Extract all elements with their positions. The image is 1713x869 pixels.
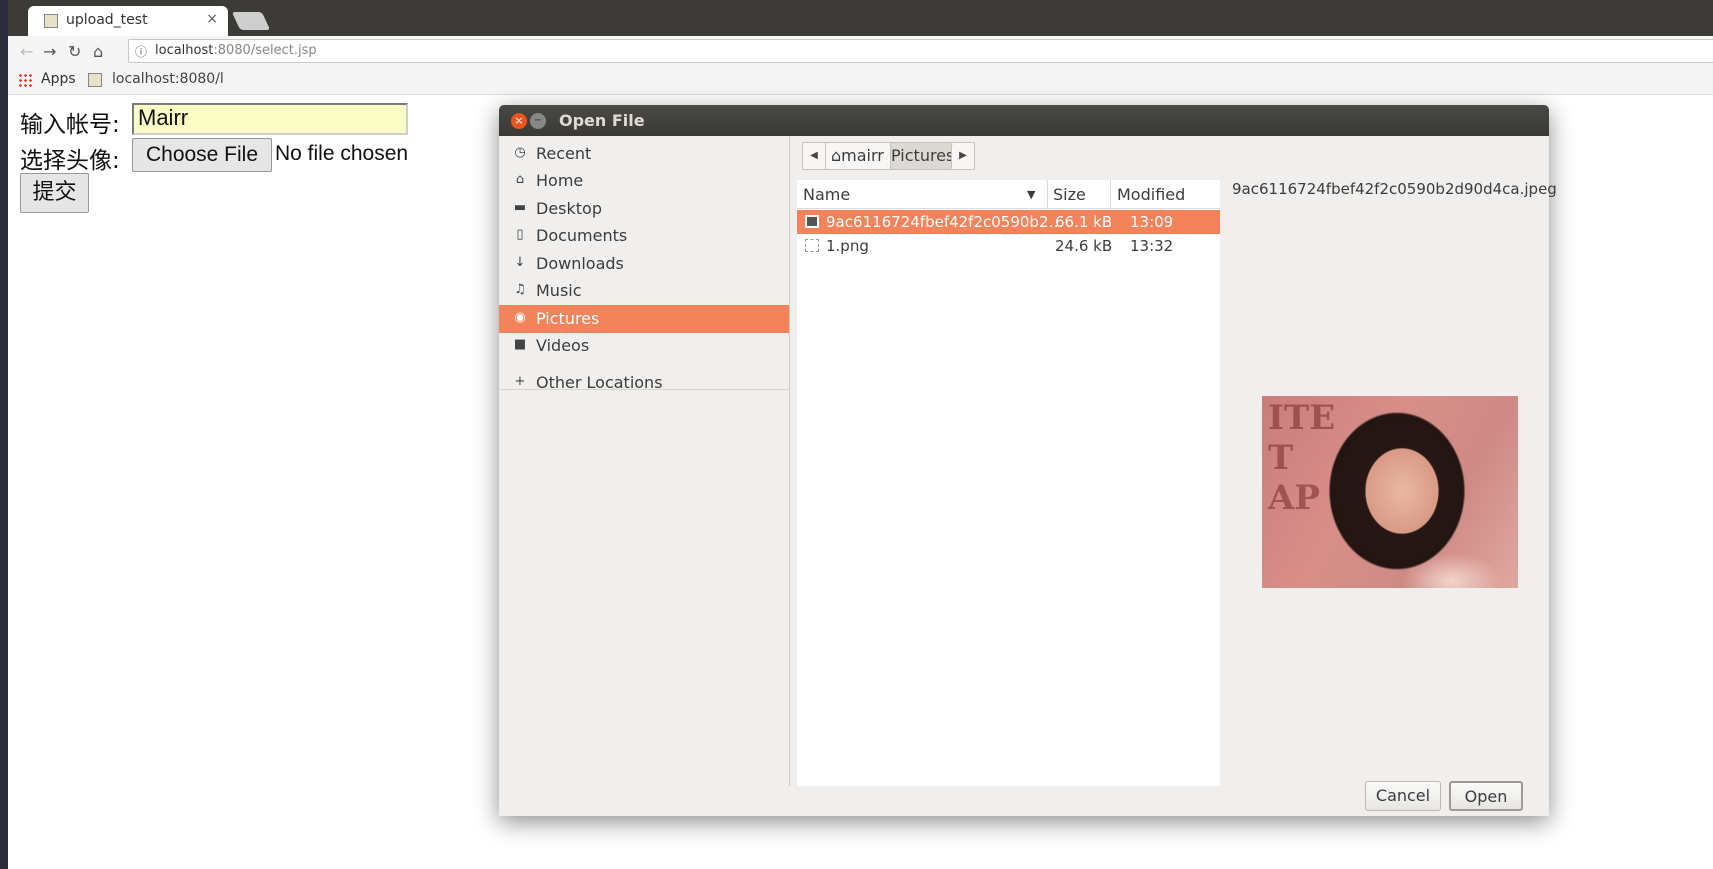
sidebar-item-label: Pictures bbox=[536, 309, 600, 328]
sidebar-item-label: Desktop bbox=[536, 199, 602, 218]
sidebar-item-label: Other Locations bbox=[536, 373, 663, 392]
desktop-edge bbox=[0, 0, 8, 869]
music-icon: ♫ bbox=[514, 282, 526, 297]
url-text: localhost:8080/select.jsp bbox=[155, 43, 317, 58]
file-row[interactable]: 1.png 24.6 kB 13:32 bbox=[797, 234, 1220, 258]
submit-button[interactable]: 提交 bbox=[20, 173, 89, 213]
cancel-button[interactable]: Cancel bbox=[1365, 781, 1441, 811]
open-file-dialog: × − Open File ◷ Recent ⌂ Home ▬ Desktop … bbox=[499, 105, 1557, 816]
sidebar-item-home[interactable]: ⌂ Home bbox=[499, 167, 789, 195]
browser-tab[interactable]: upload_test × bbox=[28, 6, 228, 36]
video-icon: ■ bbox=[513, 337, 527, 352]
tab-close-icon[interactable]: × bbox=[206, 11, 218, 27]
dialog-title: Open File bbox=[559, 111, 645, 130]
page-favicon-icon bbox=[44, 14, 58, 28]
sidebar-item-label: Documents bbox=[536, 226, 628, 245]
preview-wall-text: ITE T AP bbox=[1268, 398, 1336, 518]
path-segment-home[interactable]: ⌂mairr bbox=[825, 142, 891, 170]
image-preview: ITE T AP bbox=[1262, 396, 1518, 588]
new-tab-button[interactable] bbox=[231, 12, 271, 30]
column-divider bbox=[1047, 180, 1048, 208]
file-modified: 13:09 bbox=[1130, 213, 1174, 231]
preview-filename: 9ac6116724fbef42f2c0590b2d90d4ca.jpeg bbox=[1232, 180, 1557, 198]
sidebar-item-downloads[interactable]: ↓ Downloads bbox=[499, 250, 789, 278]
reload-icon[interactable]: ↻ bbox=[68, 42, 81, 61]
account-input[interactable]: Mairr bbox=[132, 103, 408, 135]
file-row[interactable]: 9ac6116724fbef42f2c0590b2… 66.1 kB 13:09 bbox=[797, 210, 1220, 234]
sidebar-item-desktop[interactable]: ▬ Desktop bbox=[499, 195, 789, 223]
bookmark-apps[interactable]: Apps bbox=[41, 71, 76, 87]
clock-icon: ◷ bbox=[514, 145, 526, 160]
sidebar-item-pictures[interactable]: ◉ Pictures bbox=[499, 305, 789, 333]
path-left-icon[interactable]: ◀ bbox=[802, 142, 826, 170]
bookmark-favicon-icon bbox=[88, 73, 102, 87]
sidebar-item-label: Downloads bbox=[536, 254, 624, 273]
home-icon: ⌂ bbox=[515, 172, 525, 187]
address-bar[interactable]: ⓘ localhost:8080/select.jsp bbox=[128, 39, 1713, 63]
sidebar-item-label: Music bbox=[536, 281, 582, 300]
folder-icon: ▬ bbox=[513, 200, 527, 215]
path-right-icon[interactable]: ▶ bbox=[951, 142, 975, 170]
file-name: 9ac6116724fbef42f2c0590b2… bbox=[826, 213, 1064, 231]
file-size: 66.1 kB bbox=[1055, 213, 1113, 231]
open-button[interactable]: Open bbox=[1449, 781, 1523, 811]
column-divider bbox=[1110, 180, 1111, 208]
back-arrow-icon[interactable]: ← bbox=[20, 42, 33, 61]
column-modified[interactable]: Modified bbox=[1117, 185, 1185, 204]
column-size[interactable]: Size bbox=[1053, 185, 1086, 204]
bookmarks-bar: Apps localhost:8080/l bbox=[8, 66, 1713, 95]
image-file-icon bbox=[805, 239, 819, 252]
choose-file-button[interactable]: Choose File bbox=[132, 138, 272, 172]
plus-icon: + bbox=[514, 374, 526, 389]
sidebar-item-videos[interactable]: ■ Videos bbox=[499, 332, 789, 360]
document-icon: ▯ bbox=[516, 227, 524, 242]
dialog-titlebar[interactable]: × − Open File bbox=[499, 105, 1549, 136]
sort-descending-icon[interactable]: ▼ bbox=[1027, 188, 1035, 201]
forward-arrow-icon[interactable]: → bbox=[43, 42, 56, 61]
close-icon[interactable]: × bbox=[511, 113, 527, 129]
minimize-icon[interactable]: − bbox=[530, 113, 546, 129]
info-icon[interactable]: ⓘ bbox=[135, 43, 147, 60]
download-icon: ↓ bbox=[514, 255, 526, 270]
account-label: 输入帐号: bbox=[20, 112, 120, 138]
sidebar-item-label: Recent bbox=[536, 144, 592, 163]
image-file-icon bbox=[805, 215, 819, 228]
sidebar-item-label: Videos bbox=[536, 336, 590, 355]
column-name[interactable]: Name bbox=[803, 185, 850, 204]
home-icon[interactable]: ⌂ bbox=[93, 42, 103, 61]
path-segment-pictures[interactable]: Pictures bbox=[890, 142, 954, 170]
apps-grid-icon bbox=[18, 73, 32, 87]
avatar-label: 选择头像: bbox=[20, 148, 120, 174]
file-list: Name ▼ Size Modified 9ac6116724fbef42f2c… bbox=[797, 180, 1220, 786]
sidebar-item-label: Home bbox=[536, 171, 584, 190]
file-list-header: Name ▼ Size Modified bbox=[797, 180, 1220, 209]
sidebar-item-recent[interactable]: ◷ Recent bbox=[499, 140, 789, 168]
sidebar-item-music[interactable]: ♫ Music bbox=[499, 277, 789, 305]
sidebar-item-other-locations[interactable]: + Other Locations bbox=[499, 369, 789, 397]
tab-title: upload_test bbox=[66, 12, 148, 28]
file-name: 1.png bbox=[826, 237, 869, 255]
bookmark-localhost[interactable]: localhost:8080/l bbox=[112, 71, 224, 87]
file-modified: 13:32 bbox=[1130, 237, 1174, 255]
browser-toolbar: ← → ↻ ⌂ ⓘ localhost:8080/select.jsp bbox=[8, 36, 1713, 66]
camera-icon: ◉ bbox=[514, 310, 526, 325]
home-icon: ⌂ bbox=[831, 146, 842, 165]
path-segment-label: mairr bbox=[841, 146, 884, 165]
places-sidebar: ◷ Recent ⌂ Home ▬ Desktop ▯ Documents ↓ … bbox=[499, 136, 790, 786]
file-size: 24.6 kB bbox=[1055, 237, 1113, 255]
sidebar-item-documents[interactable]: ▯ Documents bbox=[499, 222, 789, 250]
no-file-text: No file chosen bbox=[275, 142, 409, 165]
